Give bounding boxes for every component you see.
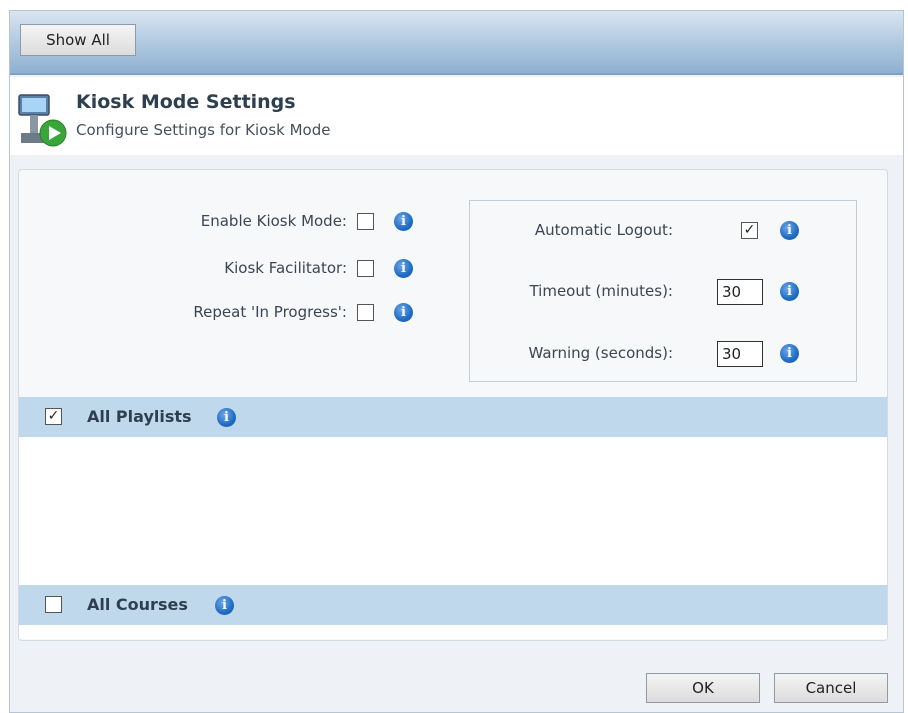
- automatic-logout-checkbox[interactable]: ✓: [741, 222, 758, 239]
- repeat-in-progress-label: Repeat 'In Progress':: [193, 303, 347, 321]
- info-icon[interactable]: i: [394, 259, 413, 278]
- repeat-in-progress-checkbox[interactable]: [357, 304, 374, 321]
- toolbar: Show All: [10, 11, 903, 75]
- info-icon[interactable]: i: [780, 282, 799, 301]
- kiosk-facilitator-checkbox[interactable]: [357, 260, 374, 277]
- cancel-button[interactable]: Cancel: [774, 673, 888, 703]
- kiosk-facilitator-label: Kiosk Facilitator:: [224, 259, 347, 277]
- enable-kiosk-mode-checkbox[interactable]: [357, 213, 374, 230]
- page-subtitle: Configure Settings for Kiosk Mode: [76, 121, 331, 139]
- page-title: Kiosk Mode Settings: [76, 91, 296, 113]
- all-playlists-label: All Playlists: [87, 407, 192, 426]
- warning-label: Warning (seconds):: [528, 344, 673, 362]
- enable-kiosk-mode-label: Enable Kiosk Mode:: [200, 212, 347, 230]
- dialog-header: Kiosk Mode Settings Configure Settings f…: [10, 77, 903, 155]
- timeout-label: Timeout (minutes):: [529, 282, 673, 300]
- info-icon[interactable]: i: [215, 596, 234, 615]
- all-playlists-checkbox[interactable]: ✓: [45, 408, 62, 425]
- ok-button[interactable]: OK: [646, 673, 760, 703]
- all-courses-label: All Courses: [87, 595, 188, 614]
- playlists-list: [19, 437, 887, 585]
- kiosk-settings-window: Show All Kiosk Mode Settings Configure S…: [9, 10, 904, 713]
- automatic-logout-label: Automatic Logout:: [534, 221, 673, 239]
- all-courses-checkbox[interactable]: [45, 596, 62, 613]
- courses-section-header: All Courses i: [19, 585, 887, 625]
- info-icon[interactable]: i: [780, 344, 799, 363]
- courses-list: [19, 625, 887, 639]
- kiosk-play-icon: [18, 94, 67, 147]
- settings-panel: Enable Kiosk Mode: i Kiosk Facilitator: …: [18, 169, 888, 641]
- info-icon[interactable]: i: [394, 212, 413, 231]
- info-icon[interactable]: i: [780, 221, 799, 240]
- warning-input[interactable]: 30: [717, 341, 763, 367]
- playlists-section-header: ✓ All Playlists i: [19, 397, 887, 437]
- logout-settings-group: Automatic Logout: ✓ i Timeout (minutes):…: [469, 200, 857, 382]
- show-all-button[interactable]: Show All: [20, 24, 136, 56]
- timeout-input[interactable]: 30: [717, 279, 763, 305]
- info-icon[interactable]: i: [217, 408, 236, 427]
- info-icon[interactable]: i: [394, 303, 413, 322]
